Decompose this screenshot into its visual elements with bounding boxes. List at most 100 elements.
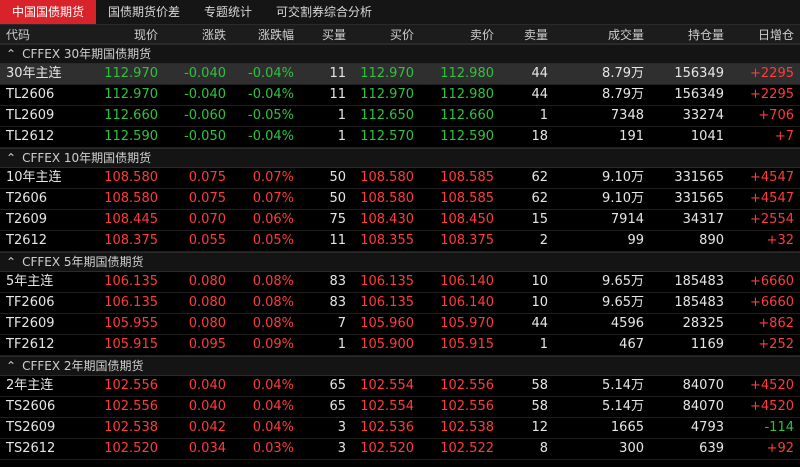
table-row[interactable]: 10年主连 108.580 0.075 0.07% 50 108.580 108.585 62… — [0, 168, 800, 189]
table-row[interactable]: TL2609 112.660 -0.060 -0.05% 1 112.650 112.660… — [0, 106, 800, 127]
oi-change-cell: +862 — [758, 316, 794, 331]
open-interest-cell: 639 — [699, 441, 724, 456]
col-volume[interactable]: 成交量 — [554, 26, 650, 43]
change-pct-cell: -0.04% — [248, 87, 294, 102]
price-cell: 112.590 — [104, 129, 158, 144]
table-row[interactable]: TS2609 102.538 0.042 0.04% 3 102.536 102.538 12… — [0, 418, 800, 439]
code-cell: TS2606 — [6, 399, 56, 414]
volume-cell: 300 — [619, 441, 644, 456]
code-cell: T2612 — [6, 233, 48, 248]
open-interest-cell: 331565 — [674, 191, 724, 206]
col-ask-volume[interactable]: 卖量 — [500, 26, 554, 43]
ask-volume-cell: 15 — [531, 212, 548, 227]
col-oi-change[interactable]: 日增仓 — [730, 26, 800, 43]
caret-up-icon[interactable]: ⌃ — [6, 253, 16, 271]
change-cell: -0.060 — [184, 108, 226, 123]
col-change-pct[interactable]: 涨跌幅 — [232, 26, 300, 43]
table-row[interactable]: T2606 108.580 0.075 0.07% 50 108.580 108.585 62… — [0, 189, 800, 210]
table-row[interactable]: TF2606 106.135 0.080 0.08% 83 106.135 106.140 1… — [0, 293, 800, 314]
volume-cell: 9.10万 — [602, 191, 644, 206]
oi-change-cell: -114 — [764, 420, 794, 435]
open-interest-cell: 1041 — [690, 129, 724, 144]
bid-volume-cell: 3 — [337, 420, 346, 435]
ask-volume-cell: 58 — [531, 378, 548, 393]
col-code[interactable]: 代码 — [0, 26, 92, 43]
col-ask-price[interactable]: 卖价 — [420, 26, 500, 43]
ask-price-cell: 106.140 — [440, 274, 494, 289]
table-row[interactable]: 2年主连 102.556 0.040 0.04% 65 102.554 102.556 58 5… — [0, 376, 800, 397]
table-header: 代码 现价 涨跌 涨跌幅 买量 买价 卖价 卖量 成交量 持仓量 日增仓 — [0, 25, 800, 44]
oi-change-cell: +6660 — [750, 295, 794, 310]
caret-up-icon[interactable]: ⌃ — [6, 149, 16, 167]
ask-volume-cell: 1 — [539, 108, 548, 123]
price-cell: 105.955 — [104, 316, 158, 331]
col-bid-volume[interactable]: 买量 — [300, 26, 352, 43]
table-row[interactable]: 5年主连 106.135 0.080 0.08% 83 106.135 106.140 10 9… — [0, 272, 800, 293]
price-cell: 106.135 — [104, 274, 158, 289]
oi-change-cell: +252 — [758, 337, 794, 352]
code-cell: 30年主连 — [6, 66, 62, 81]
oi-change-cell: +4520 — [750, 378, 794, 393]
table-row[interactable]: TL2612 112.590 -0.050 -0.04% 1 112.570 112.590… — [0, 127, 800, 148]
caret-up-icon[interactable]: ⌃ — [6, 45, 16, 63]
bid-price-cell: 112.650 — [360, 108, 414, 123]
open-interest-cell: 33274 — [682, 108, 724, 123]
table-row[interactable]: TL2606 112.970 -0.040 -0.04% 11 112.970 112.98… — [0, 85, 800, 106]
table-row[interactable]: 30年主连 112.970 -0.040 -0.04% 11 112.970 112.980… — [0, 64, 800, 85]
bid-price-cell: 105.960 — [360, 316, 414, 331]
price-cell: 102.556 — [104, 378, 158, 393]
bid-price-cell: 112.570 — [360, 129, 414, 144]
change-cell: 0.080 — [188, 295, 226, 310]
change-cell: -0.040 — [184, 66, 226, 81]
table-body: ⌃ CFFEX 30年期国债期货 30年主连 112.970 -0.040 -0.04% 1… — [0, 44, 800, 460]
table-row[interactable]: TS2606 102.556 0.040 0.04% 65 102.554 102.556 5… — [0, 397, 800, 418]
col-open-interest[interactable]: 持仓量 — [650, 26, 730, 43]
tab-china-treasury-futures[interactable]: 中国国债期货 — [0, 0, 97, 24]
code-cell: TL2606 — [6, 87, 55, 102]
tab-treasury-futures-spread[interactable]: 国债期货价差 — [96, 0, 192, 24]
change-pct-cell: 0.03% — [252, 441, 294, 456]
table-row[interactable]: TS2612 102.520 0.034 0.03% 3 102.520 102.522 8 3… — [0, 439, 800, 460]
group-header[interactable]: ⌃ CFFEX 10年期国债期货 — [0, 148, 800, 168]
volume-cell: 191 — [619, 129, 644, 144]
volume-cell: 467 — [619, 337, 644, 352]
change-cell: -0.040 — [184, 87, 226, 102]
table-row[interactable]: TF2612 105.915 0.095 0.09% 1 105.900 105.915 1 4… — [0, 335, 800, 356]
table-row[interactable]: TF2609 105.955 0.080 0.08% 7 105.960 105.970 44… — [0, 314, 800, 335]
group-header[interactable]: ⌃ CFFEX 30年期国债期货 — [0, 44, 800, 64]
table-row[interactable]: T2612 108.375 0.055 0.05% 11 108.355 108.375 2 9… — [0, 231, 800, 252]
code-cell: 10年主连 — [6, 170, 62, 185]
change-pct-cell: 0.04% — [252, 378, 294, 393]
ask-price-cell: 112.660 — [440, 108, 494, 123]
oi-change-cell: +4520 — [750, 399, 794, 414]
tab-special-statistics[interactable]: 专题统计 — [192, 0, 264, 24]
ask-price-cell: 112.590 — [440, 129, 494, 144]
volume-cell: 99 — [627, 233, 644, 248]
change-pct-cell: 0.08% — [252, 274, 294, 289]
volume-cell: 7348 — [610, 108, 644, 123]
open-interest-cell: 84070 — [682, 378, 724, 393]
oi-change-cell: +706 — [758, 108, 794, 123]
col-price[interactable]: 现价 — [92, 26, 164, 43]
ask-price-cell: 105.970 — [440, 316, 494, 331]
ask-price-cell: 112.980 — [440, 87, 494, 102]
bid-volume-cell: 83 — [329, 274, 346, 289]
table-row[interactable]: T2609 108.445 0.070 0.06% 75 108.430 108.450 15… — [0, 210, 800, 231]
col-change[interactable]: 涨跌 — [164, 26, 232, 43]
tab-deliverable-bond-analysis[interactable]: 可交割券综合分析 — [264, 0, 384, 24]
group-header[interactable]: ⌃ CFFEX 5年期国债期货 — [0, 252, 800, 272]
oi-change-cell: +32 — [766, 233, 794, 248]
bid-volume-cell: 3 — [337, 441, 346, 456]
price-cell: 108.580 — [104, 191, 158, 206]
change-cell: 0.095 — [188, 337, 226, 352]
code-cell: TL2609 — [6, 108, 55, 123]
change-cell: 0.075 — [188, 170, 226, 185]
open-interest-cell: 331565 — [674, 170, 724, 185]
open-interest-cell: 156349 — [674, 87, 724, 102]
caret-up-icon[interactable]: ⌃ — [6, 357, 16, 375]
ask-price-cell: 105.915 — [440, 337, 494, 352]
col-bid-price[interactable]: 买价 — [352, 26, 420, 43]
group-header[interactable]: ⌃ CFFEX 2年期国债期货 — [0, 356, 800, 376]
bid-volume-cell: 50 — [329, 191, 346, 206]
code-cell: TF2606 — [6, 295, 55, 310]
